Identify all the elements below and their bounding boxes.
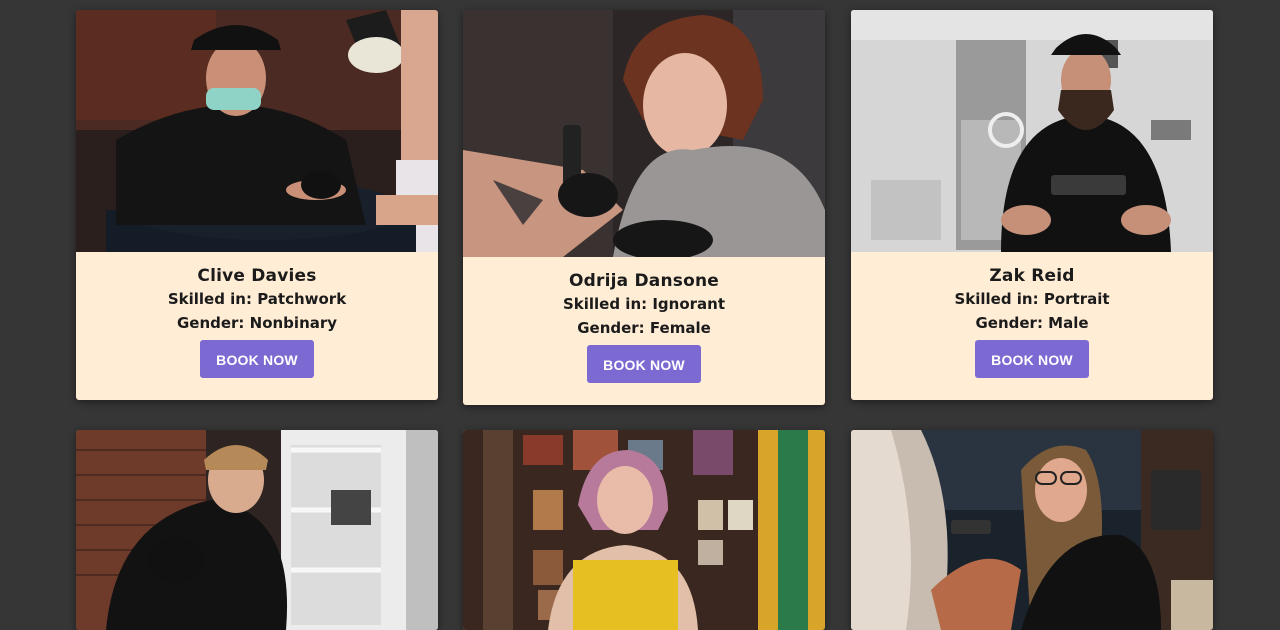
artist-gender: Gender: Female <box>577 319 711 337</box>
artist-card: Clive Davies Skilled in: Patchwork Gende… <box>76 10 438 400</box>
artist-photo <box>463 430 825 630</box>
artist-card: Odrija Dansone Skilled in: Ignorant Gend… <box>463 10 825 405</box>
artist-name: Zak Reid <box>989 266 1075 286</box>
artist-photo <box>463 10 825 257</box>
artist-photo <box>76 430 438 630</box>
artist-gender: Gender: Male <box>975 314 1089 332</box>
book-now-button[interactable]: BOOK NOW <box>200 340 314 378</box>
book-now-button[interactable]: BOOK NOW <box>587 345 701 383</box>
artist-skill: Skilled in: Patchwork <box>167 290 347 308</box>
artist-photo <box>851 430 1213 630</box>
artist-card: Zak Reid Skilled in: Portrait Gender: Ma… <box>851 10 1213 400</box>
artist-photo <box>76 10 438 252</box>
artist-card <box>463 430 825 630</box>
artist-photo <box>851 10 1213 252</box>
artist-name: Clive Davies <box>197 266 317 286</box>
artist-skill: Skilled in: Portrait <box>954 290 1110 308</box>
artist-gender: Gender: Nonbinary <box>176 314 338 332</box>
artist-skill: Skilled in: Ignorant <box>562 295 726 313</box>
artist-card <box>76 430 438 630</box>
artist-grid: Clive Davies Skilled in: Patchwork Gende… <box>0 0 1280 630</box>
book-now-button[interactable]: BOOK NOW <box>975 340 1089 378</box>
artist-card <box>851 430 1213 630</box>
artist-name: Odrija Dansone <box>569 271 719 291</box>
